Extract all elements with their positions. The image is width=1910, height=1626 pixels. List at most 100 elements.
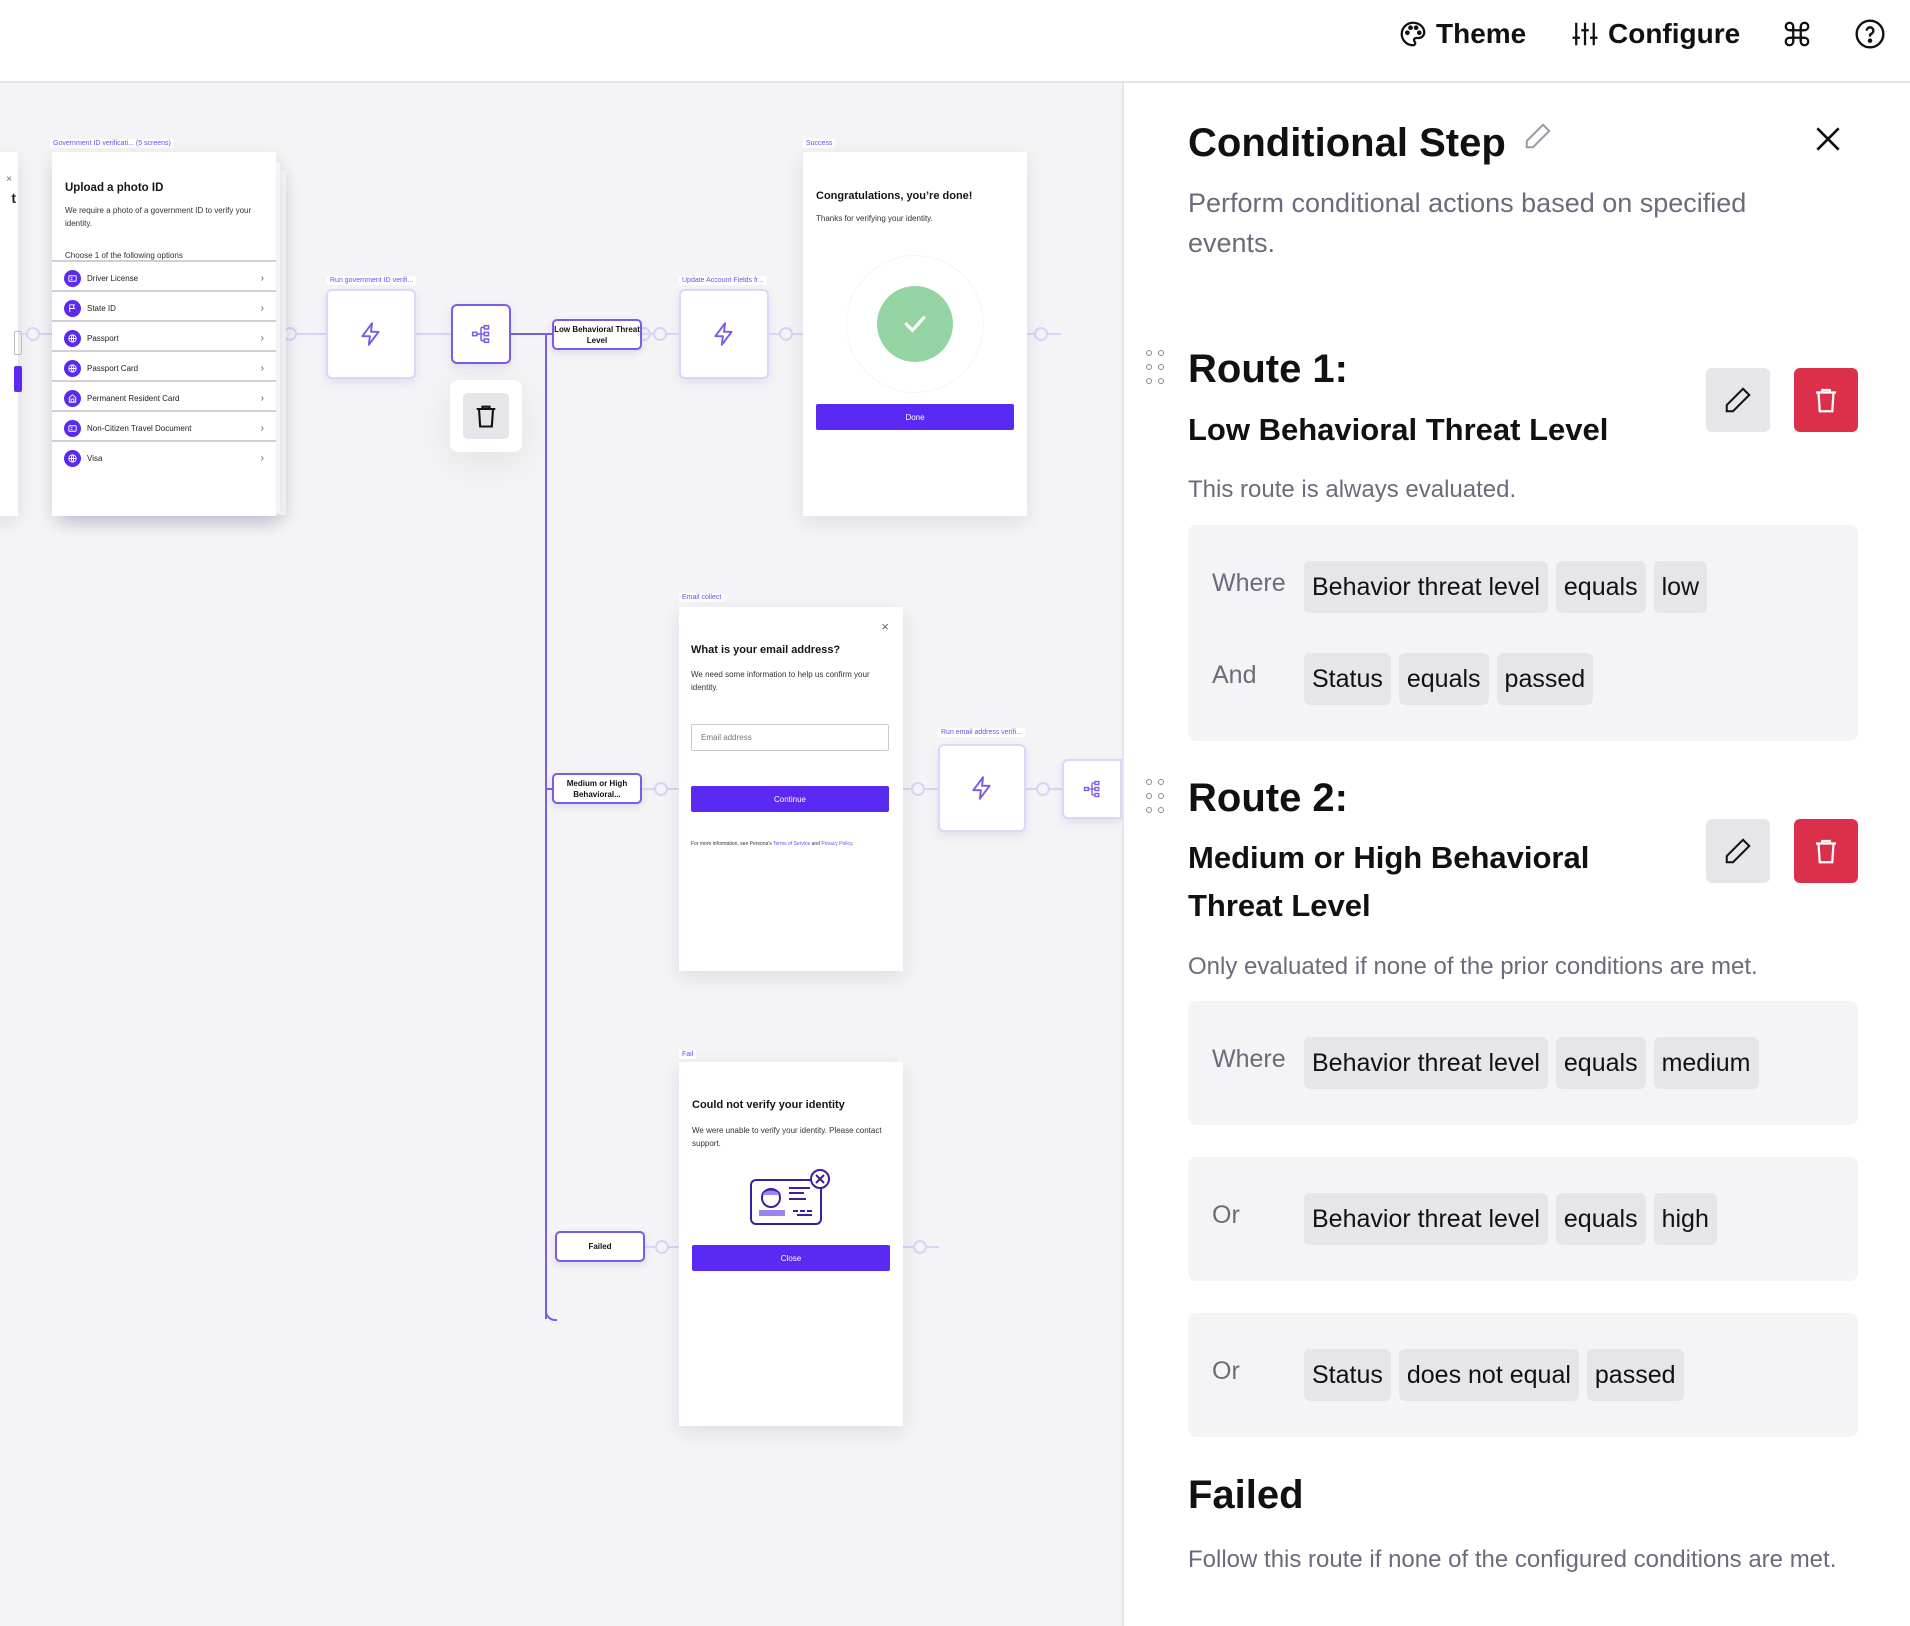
- palette-icon: [1400, 21, 1426, 47]
- condition-operator-chip[interactable]: equals: [1555, 561, 1646, 613]
- trash-icon: [1816, 839, 1836, 864]
- delete-route-1-button[interactable]: [1794, 368, 1858, 432]
- privacy-link[interactable]: Privacy Policy: [821, 841, 852, 847]
- run-gov-id-action-node[interactable]: [326, 289, 416, 379]
- fail-body: We were unable to verify your identity. …: [692, 1126, 882, 1148]
- chevron-right-icon: ›: [260, 333, 264, 344]
- conditional-step-node[interactable]: [451, 304, 511, 364]
- previous-screen-card[interactable]: × t: [0, 152, 22, 516]
- fail-step-label[interactable]: Fail: [679, 1050, 697, 1059]
- help-button[interactable]: [1854, 14, 1886, 54]
- condition-value-chip[interactable]: passed: [1586, 1349, 1684, 1401]
- gov-id-screen-card[interactable]: Upload a photo ID We require a photo of …: [52, 152, 276, 516]
- gov-id-step-label[interactable]: Government ID verificati... (5 screens): [50, 139, 174, 148]
- globe-icon: [64, 450, 81, 467]
- email-conditional-node[interactable]: [1062, 759, 1122, 819]
- condition-operator-chip[interactable]: equals: [1555, 1193, 1646, 1245]
- condition-value-chip[interactable]: medium: [1653, 1037, 1759, 1089]
- pencil-icon: [1725, 387, 1751, 413]
- continue-button[interactable]: Continue: [691, 786, 889, 812]
- email-step-label[interactable]: Email collect: [679, 593, 725, 602]
- route-pill-failed[interactable]: Failed: [555, 1231, 645, 1262]
- run-email-step-label[interactable]: Run email address verifi...: [938, 728, 1025, 737]
- edit-route-1-button[interactable]: [1706, 368, 1770, 432]
- route-1-condition-group: Where Behavior threat level equals low A…: [1188, 525, 1858, 741]
- branch-icon: [471, 324, 490, 344]
- command-button[interactable]: [1782, 14, 1812, 54]
- condition-value-chip[interactable]: passed: [1496, 653, 1594, 705]
- condition-field-chip[interactable]: Behavior threat level: [1304, 561, 1548, 613]
- condition-field-chip[interactable]: Behavior threat level: [1304, 1037, 1548, 1089]
- success-step-label[interactable]: Success: [803, 139, 836, 148]
- connector: [416, 333, 451, 335]
- node-delete-button[interactable]: [463, 393, 509, 439]
- connector-dot: [26, 327, 40, 341]
- top-bar: Theme Configure: [0, 0, 1910, 83]
- condition-row: Or Status does not equal passed: [1188, 1349, 1858, 1401]
- success-screen-card[interactable]: Congratulations, you’re done! Thanks for…: [803, 152, 1027, 516]
- email-input[interactable]: [691, 724, 889, 751]
- id-option-label: State ID: [87, 304, 116, 313]
- id-card-icon: [64, 420, 81, 437]
- email-screen-card[interactable]: × What is your email address? We need so…: [679, 607, 903, 971]
- close-button[interactable]: Close: [692, 1245, 890, 1271]
- chevron-right-icon: ›: [260, 423, 264, 434]
- run-gov-id-step-label[interactable]: Run government ID verifi...: [327, 276, 417, 285]
- drag-handle-route-1[interactable]: [1146, 350, 1164, 384]
- update-account-step-label[interactable]: Update Account Fields fr...: [679, 276, 767, 285]
- theme-button[interactable]: Theme: [1398, 14, 1526, 54]
- condition-operator-chip[interactable]: equals: [1398, 653, 1489, 705]
- id-card-icon: [64, 270, 81, 287]
- branch-trunk-line: [545, 334, 547, 1319]
- theme-label: Theme: [1436, 18, 1527, 49]
- route-2-name: Medium or High Behavioral Threat Level: [1188, 840, 1590, 923]
- help-icon: [1855, 19, 1885, 49]
- house-icon: [64, 390, 81, 407]
- failed-route-heading: Failed: [1188, 1473, 1304, 1517]
- connector-dot: [913, 1240, 927, 1254]
- command-icon: [1784, 21, 1810, 47]
- condition-value-chip[interactable]: high: [1653, 1193, 1717, 1245]
- id-option-label: Permanent Resident Card: [87, 394, 180, 403]
- branch-line: [545, 1293, 557, 1321]
- condition-field-chip[interactable]: Behavior threat level: [1304, 1193, 1548, 1245]
- configure-button[interactable]: Configure: [1570, 14, 1740, 54]
- id-option-row[interactable]: Visa ›: [52, 440, 276, 475]
- email-body: We need some information to help us conf…: [691, 670, 870, 692]
- done-button[interactable]: Done: [816, 404, 1014, 430]
- chevron-right-icon: ›: [260, 363, 264, 374]
- workflow-canvas[interactable]: × t Government ID verificati... (5 scree…: [0, 83, 1122, 1626]
- footer-text: For more information, see Persona's: [691, 841, 774, 847]
- condition-operator-chip[interactable]: does not equal: [1398, 1349, 1579, 1401]
- condition-keyword: Or: [1212, 1356, 1240, 1385]
- id-option-label: Visa: [87, 454, 103, 463]
- pencil-icon[interactable]: [1523, 121, 1553, 151]
- edit-route-2-button[interactable]: [1706, 819, 1770, 883]
- partial-title: t: [11, 190, 16, 206]
- condition-field-chip[interactable]: Status: [1304, 653, 1391, 705]
- condition-keyword: Where: [1212, 1044, 1286, 1073]
- route-pill-medium-high[interactable]: Medium or High Behavioral...: [552, 773, 642, 804]
- conditional-step-panel: Conditional Step Perform conditional act…: [1122, 83, 1910, 1626]
- condition-keyword: Or: [1212, 1200, 1240, 1229]
- drag-handle-route-2[interactable]: [1146, 779, 1164, 813]
- email-footer: For more information, see Persona's Term…: [691, 841, 854, 847]
- success-check-badge: [877, 286, 953, 362]
- route-pill-low[interactable]: Low Behavioral Threat Level: [552, 319, 642, 350]
- update-account-action-node[interactable]: [679, 289, 769, 379]
- condition-field-chip[interactable]: Status: [1304, 1349, 1391, 1401]
- condition-row: Or Behavior threat level equals high: [1188, 1193, 1858, 1245]
- route-2-condition-group: Where Behavior threat level equals mediu…: [1188, 1001, 1858, 1125]
- footer-text: .: [852, 841, 854, 847]
- route-1-heading: Route 1:: [1188, 347, 1348, 391]
- condition-operator-chip[interactable]: equals: [1555, 1037, 1646, 1089]
- run-email-action-node[interactable]: [938, 744, 1026, 832]
- close-panel-button[interactable]: [1812, 123, 1844, 160]
- close-icon[interactable]: ×: [881, 619, 889, 634]
- condition-value-chip[interactable]: low: [1653, 561, 1708, 613]
- condition-row: Where Behavior threat level equals mediu…: [1188, 1037, 1858, 1089]
- success-title: Congratulations, you’re done!: [816, 190, 973, 202]
- delete-route-2-button[interactable]: [1794, 819, 1858, 883]
- fail-screen-card[interactable]: Could not verify your identity We were u…: [679, 1062, 903, 1426]
- terms-link[interactable]: Terms of Service: [773, 841, 810, 847]
